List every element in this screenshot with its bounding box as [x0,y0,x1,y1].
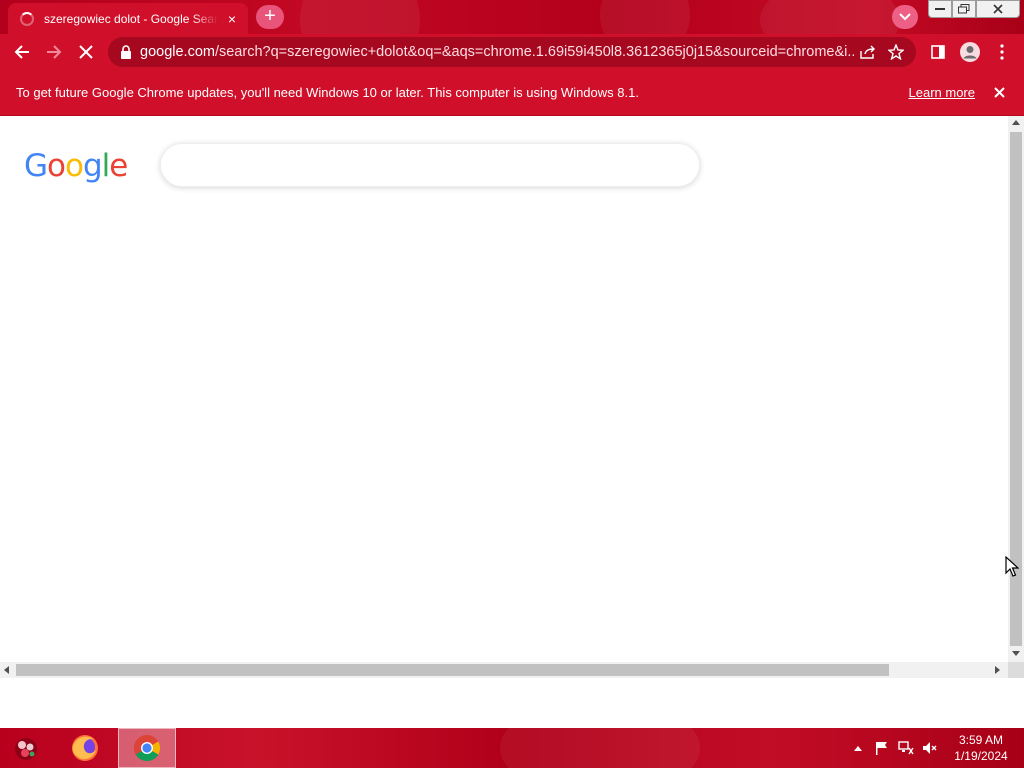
theme-decoration [300,0,420,34]
logo-letter: g [82,148,103,184]
scroll-left-arrow-icon[interactable] [4,666,9,674]
logo-letter: o [47,148,66,184]
loading-spinner-icon [20,11,34,26]
arrow-right-icon [47,45,62,59]
action-center-button[interactable] [874,740,890,756]
window-minimize-button[interactable] [928,0,952,18]
forward-button[interactable] [38,36,70,68]
page-bottom-area [0,678,1024,728]
url-path: /search?q=szeregowiec+dolot&oq=&aqs=chro… [214,44,854,60]
clock-date: 1/19/2024 [954,749,1008,763]
stop-loading-button[interactable] [70,36,102,68]
lock-icon[interactable] [120,45,132,59]
close-icon [993,87,1005,98]
share-button[interactable] [854,36,882,68]
logo-letter: o [65,148,84,184]
volume-button[interactable] [922,740,938,756]
window-restore-button[interactable] [952,0,976,18]
taskbar-chrome[interactable] [118,728,176,768]
side-panel-icon [931,45,945,59]
network-button[interactable] [898,740,914,756]
horizontal-scroll-thumb[interactable] [16,664,889,676]
theme-decoration [760,0,900,34]
firefox-icon [72,735,98,761]
theme-decoration [500,728,700,768]
menu-button[interactable] [986,36,1018,68]
network-icon [898,741,914,755]
chevron-up-icon [854,746,862,751]
flag-icon [876,742,887,755]
side-panel-button[interactable] [922,36,954,68]
chevron-down-icon [899,13,911,21]
page-viewport [0,116,1008,662]
star-icon [888,44,904,60]
scrollbar-corner [1008,662,1024,678]
window-close-button[interactable] [976,0,1020,18]
scroll-down-arrow-icon[interactable] [1012,651,1020,656]
avatar-icon [960,42,980,62]
minimize-icon [935,8,945,10]
profile-button[interactable] [954,36,986,68]
taskbar-firefox[interactable] [56,728,114,768]
theme-decoration [600,0,690,34]
infobar-close-button[interactable] [991,85,1007,101]
show-hidden-icons-button[interactable] [850,740,866,756]
share-icon [860,45,875,59]
tab-close-icon[interactable]: × [224,11,240,27]
horizontal-scrollbar[interactable] [0,662,1008,678]
windows-taskbar: 3:59 AM 1/19/2024 [0,728,1024,768]
search-input[interactable] [160,143,700,187]
start-button[interactable] [0,728,52,768]
scroll-up-arrow-icon[interactable] [1012,120,1020,125]
vertical-scrollbar[interactable] [1008,116,1024,662]
system-clock[interactable]: 3:59 AM 1/19/2024 [948,732,1014,764]
restore-icon [958,4,970,14]
url-text[interactable]: google.com/search?q=szeregowiec+dolot&oq… [140,44,854,60]
back-button[interactable] [6,36,38,68]
tab-active[interactable]: szeregowiec dolot - Google Search × [8,3,248,34]
address-bar[interactable]: google.com/search?q=szeregowiec+dolot&oq… [108,37,916,67]
chrome-icon [133,734,161,762]
close-icon [993,4,1003,14]
tab-strip: szeregowiec dolot - Google Search × + [0,0,1024,34]
learn-more-link[interactable]: Learn more [909,85,975,100]
infobar-message: To get future Google Chrome updates, you… [16,85,639,100]
tab-title: szeregowiec dolot - Google Search [44,11,218,26]
kebab-menu-icon [1000,44,1004,60]
volume-muted-icon [923,742,937,754]
start-orb-icon [15,738,37,760]
stop-x-icon [79,45,93,59]
url-host: google.com [140,44,215,60]
mouse-pointer-icon [1005,556,1019,577]
google-logo[interactable]: Google [24,148,128,184]
bookmark-button[interactable] [882,36,910,68]
logo-letter: e [109,148,128,184]
scroll-right-arrow-icon[interactable] [995,666,1000,674]
update-infobar: To get future Google Chrome updates, you… [0,70,1024,116]
tab-search-button[interactable] [892,5,918,29]
clock-time: 3:59 AM [958,733,1004,747]
logo-letter: G [24,148,48,184]
arrow-left-icon [14,45,29,59]
new-tab-button[interactable]: + [256,5,284,29]
